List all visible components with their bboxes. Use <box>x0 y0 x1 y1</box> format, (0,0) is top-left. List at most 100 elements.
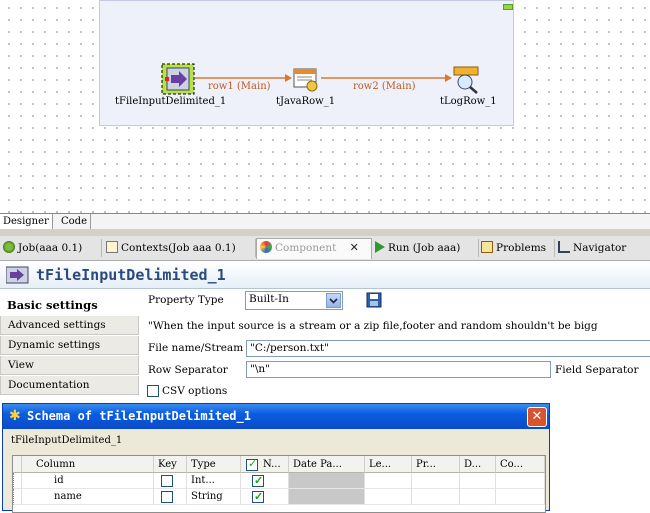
cell-date-pattern <box>289 489 365 505</box>
save-icon[interactable] <box>366 292 382 308</box>
contexts-icon <box>106 241 118 253</box>
problems-icon <box>481 241 493 253</box>
cell-column[interactable]: id <box>22 473 154 489</box>
tab-label: Job(aaa 0.1) <box>18 242 83 254</box>
arrowhead-icon <box>285 74 292 82</box>
cell-key[interactable] <box>154 473 187 489</box>
component-tjavarow[interactable] <box>292 66 320 92</box>
divider <box>0 229 650 236</box>
schema-dialog: ✱ Schema of tFileInputDelimited_1 ✕ tFil… <box>2 403 550 513</box>
tab-contexts[interactable]: Contexts(Job aaa 0.1) <box>103 239 256 257</box>
component-tlogrow[interactable] <box>452 65 482 95</box>
nullable-header-checkbox[interactable] <box>246 457 258 471</box>
settings-nav: Basic settings Advanced settings Dynamic… <box>0 296 139 396</box>
row-handle-header <box>13 456 22 473</box>
dialog-title: Schema of tFileInputDelimited_1 <box>27 409 251 423</box>
tab-code[interactable]: Code <box>58 214 91 229</box>
schema-subtitle: tFileInputDelimited_1 <box>11 435 123 446</box>
col-header-type[interactable]: Type <box>187 456 241 473</box>
cell-type[interactable]: Int... <box>187 473 241 489</box>
nav-dynamic-settings[interactable]: Dynamic settings <box>0 336 139 355</box>
tab-navigator[interactable]: Navigator <box>555 239 639 257</box>
file-name-label: File name/Stream <box>148 342 244 354</box>
table-row[interactable]: id Int... <box>13 473 545 489</box>
csv-options-checkbox[interactable] <box>147 385 159 397</box>
tab-label: Problems <box>496 242 547 254</box>
key-checkbox[interactable] <box>161 491 173 503</box>
col-header-date-pattern[interactable]: Date Pa... <box>289 456 365 473</box>
cell-nullable[interactable] <box>241 473 289 489</box>
property-type-label: Property Type <box>148 294 224 306</box>
tab-label: Navigator <box>573 242 627 254</box>
property-type-select[interactable]: Built-In <box>245 291 343 310</box>
cell-length[interactable] <box>365 473 412 489</box>
views-tab-bar: Job(aaa 0.1) Contexts(Job aaa 0.1) Compo… <box>0 236 650 261</box>
close-button[interactable]: ✕ <box>527 407 547 427</box>
col-header-key[interactable]: Key <box>154 456 187 473</box>
field-separator-label: Field Separator <box>555 364 639 376</box>
cell-date-pattern <box>289 473 365 489</box>
job-icon <box>3 241 15 253</box>
tab-label: Run (Job aaa) <box>388 242 461 254</box>
nullable-checkbox[interactable] <box>252 489 264 504</box>
component-label: tLogRow_1 <box>440 96 497 107</box>
link-label-row1[interactable]: row1 (Main) <box>208 81 271 92</box>
cell-type[interactable]: String <box>187 489 241 505</box>
cell-nullable[interactable] <box>241 489 289 505</box>
col-header-precision[interactable]: Pr... <box>412 456 460 473</box>
tab-label: Component <box>275 242 337 254</box>
link-label-row2[interactable]: row2 (Main) <box>353 81 416 92</box>
property-type-value: Built-In <box>249 293 289 305</box>
dialog-title-bar[interactable]: ✱ Schema of tFileInputDelimited_1 ✕ <box>3 404 549 429</box>
nav-documentation[interactable]: Documentation <box>0 376 139 395</box>
cell-default[interactable] <box>460 489 496 505</box>
file-input-icon <box>161 63 195 95</box>
tab-run[interactable]: Run (Job aaa) <box>372 239 479 257</box>
java-row-icon <box>293 68 318 92</box>
nullable-checkbox[interactable] <box>252 473 264 488</box>
table-row[interactable]: name String <box>13 489 545 505</box>
tab-designer[interactable]: Designer <box>0 214 53 229</box>
col-header-default[interactable]: D... <box>460 456 496 473</box>
close-icon[interactable]: ✕ <box>350 241 359 254</box>
component-header: tFileInputDelimited_1 <box>0 262 650 289</box>
file-input-icon <box>6 266 29 284</box>
designer-canvas[interactable]: tFileInputDelimited_1 tJavaRow_1 tLogRow… <box>0 0 650 213</box>
cell-comment[interactable] <box>496 489 545 505</box>
tab-job[interactable]: Job(aaa 0.1) <box>0 239 102 257</box>
talend-star-icon: ✱ <box>9 408 21 424</box>
arrowhead-icon <box>445 74 452 82</box>
cell-default[interactable] <box>460 473 496 489</box>
input-note: "When the input source is a stream or a … <box>148 320 598 332</box>
component-icon <box>260 241 272 253</box>
tab-component[interactable]: Component ✕ <box>256 238 372 259</box>
component-title: tFileInputDelimited_1 <box>36 266 226 284</box>
component-label: tFileInputDelimited_1 <box>115 96 227 107</box>
col-header-column[interactable]: Column <box>22 456 154 473</box>
key-checkbox[interactable] <box>161 475 173 487</box>
tab-problems[interactable]: Problems <box>478 239 555 257</box>
component-tfileinputdelimited[interactable] <box>161 63 195 95</box>
chevron-down-icon[interactable] <box>326 293 341 308</box>
row-handle[interactable] <box>13 473 22 489</box>
nav-view[interactable]: View <box>0 356 139 375</box>
log-row-icon <box>453 66 479 94</box>
col-header-comment[interactable]: Co... <box>496 456 545 473</box>
col-header-length[interactable]: Le... <box>365 456 412 473</box>
cell-precision[interactable] <box>412 473 460 489</box>
row-separator-label: Row Separator <box>148 364 228 376</box>
run-icon <box>375 241 385 253</box>
tab-label: Contexts(Job aaa 0.1) <box>121 242 236 254</box>
cell-key[interactable] <box>154 489 187 505</box>
designer-tab-bar: Designer Code <box>0 213 650 230</box>
nav-advanced-settings[interactable]: Advanced settings <box>0 316 139 335</box>
cell-comment[interactable] <box>496 473 545 489</box>
cell-precision[interactable] <box>412 489 460 505</box>
csv-options-label: CSV options <box>162 385 228 397</box>
row-separator-input[interactable]: "\n" <box>246 361 551 378</box>
nav-basic-settings[interactable]: Basic settings <box>0 296 139 315</box>
cell-length[interactable] <box>365 489 412 505</box>
cell-column[interactable]: name <box>22 489 154 505</box>
file-name-input[interactable]: "C:/person.txt" <box>246 340 650 357</box>
row-handle[interactable] <box>13 489 22 505</box>
